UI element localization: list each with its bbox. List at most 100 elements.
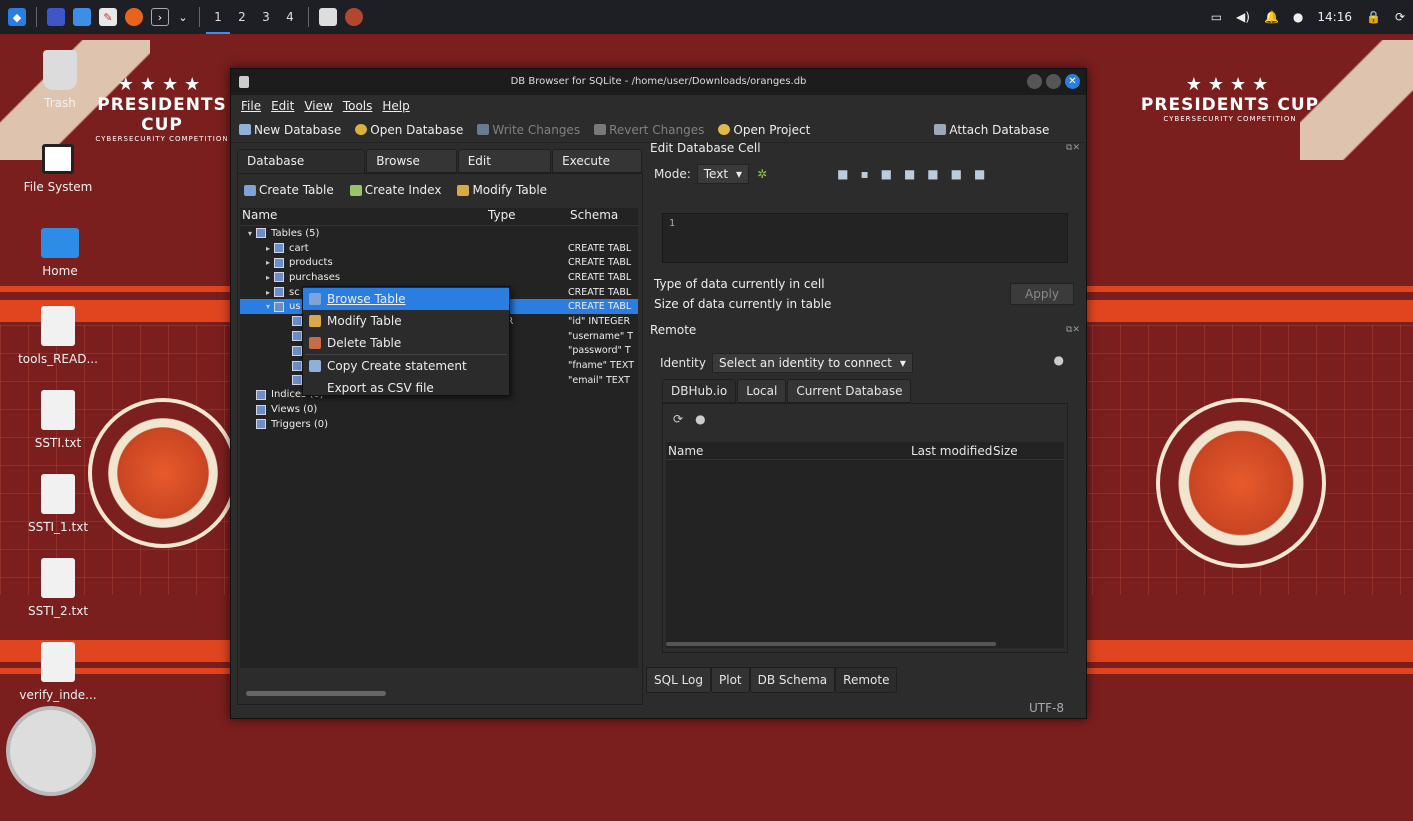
dock-float-close-icon[interactable]: ⧉✕ <box>1066 325 1080 335</box>
tree-row[interactable]: ▸ products CREATE TABL <box>240 255 638 270</box>
expand-arrow-icon[interactable]: ▸ <box>262 258 274 267</box>
display-icon[interactable]: ▭ <box>1211 10 1222 24</box>
maximize-button[interactable] <box>1046 74 1061 89</box>
modify-table-button[interactable]: Modify Table <box>457 183 547 197</box>
tab-database-structure[interactable]: Database Structure <box>237 149 366 190</box>
tree-row[interactable]: ▸ purchases CREATE TABL <box>240 270 638 285</box>
print-icon[interactable]: ■ <box>974 167 985 181</box>
revert-changes-button[interactable]: Revert Changes <box>594 123 704 137</box>
dock-float-close-icon[interactable]: ⧉✕ <box>1066 143 1080 153</box>
tree-row[interactable]: Views (0) <box>240 402 638 417</box>
column-header-name[interactable]: Name <box>666 444 911 458</box>
expand-arrow-icon[interactable]: ▾ <box>244 229 256 238</box>
tree-row[interactable]: ▸ cart CREATE TABL <box>240 241 638 256</box>
auto-format-icon[interactable]: ✲ <box>757 167 767 181</box>
tab-local[interactable]: Local <box>737 379 787 403</box>
menu-file[interactable]: File <box>241 99 261 113</box>
mode-select[interactable]: Text ▾ <box>696 164 750 184</box>
tab-execute-sql[interactable]: Execute SQL <box>552 149 643 190</box>
workspace-4[interactable]: 4 <box>278 0 302 34</box>
new-database-button[interactable]: New Database <box>239 123 341 137</box>
tab-sql-log[interactable]: SQL Log <box>646 667 711 693</box>
tab-current-database[interactable]: Current Database <box>787 379 912 403</box>
expand-arrow-icon[interactable]: ▸ <box>262 273 274 282</box>
firefox-task-icon[interactable] <box>345 8 363 26</box>
lock-icon[interactable]: 🔒 <box>1366 10 1381 24</box>
workspace-3[interactable]: 3 <box>254 0 278 34</box>
tab-plot[interactable]: Plot <box>711 667 750 693</box>
word-wrap-icon[interactable]: ▪ <box>860 167 868 181</box>
open-project-button[interactable]: Open Project <box>718 123 810 137</box>
remote-db-table[interactable]: Name Last modified Size <box>666 442 1064 648</box>
menu-item-modify-table[interactable]: Modify Table <box>303 310 509 332</box>
desktop-icon-file-system[interactable]: File System <box>8 136 108 194</box>
horizontal-scrollbar[interactable] <box>666 642 996 646</box>
clock-time[interactable]: 14:16 <box>1317 10 1352 24</box>
expand-arrow-icon[interactable]: ▸ <box>262 244 274 253</box>
apply-button[interactable]: Apply <box>1010 283 1074 305</box>
schema-tree[interactable]: Name Type Schema ▾ Tables (5) ▸ cart CREATE … <box>240 208 638 668</box>
open-database-button[interactable]: Open Database <box>355 123 463 137</box>
desktop-icon-ssti-1[interactable]: SSTI_1.txt <box>8 474 108 534</box>
menu-item-browse-table[interactable]: Browse Table <box>303 288 509 310</box>
menu-item-export-csv[interactable]: Export as CSV file <box>303 377 509 399</box>
minimize-button[interactable] <box>1027 74 1042 89</box>
import-icon[interactable]: ■ <box>881 167 892 181</box>
identity-cert-icon[interactable]: ● <box>1054 353 1064 367</box>
editor-launcher-icon[interactable]: ✎ <box>99 8 117 26</box>
desktop-icon-verify-index[interactable]: verify_inde... <box>8 642 108 702</box>
app-menu-icon[interactable]: ◆ <box>8 8 26 26</box>
dbbrowser-task-icon[interactable] <box>319 8 337 26</box>
create-table-button[interactable]: Create Table <box>244 183 334 197</box>
terminal-icon[interactable]: › <box>151 8 169 26</box>
cell-editor[interactable]: 1 <box>662 213 1068 263</box>
notification-bell-icon[interactable]: 🔔 <box>1264 10 1279 24</box>
desktop-icon-ssti-2[interactable]: SSTI_2.txt <box>8 558 108 618</box>
export-icon[interactable]: ■ <box>904 167 915 181</box>
close-button[interactable]: ✕ <box>1065 74 1080 89</box>
menu-item-copy-create-statement[interactable]: Copy Create statement <box>303 355 509 377</box>
tab-edit-pragmas[interactable]: Edit Pragmas <box>457 149 552 190</box>
chevron-down-icon[interactable]: ⌄ <box>177 8 189 26</box>
identity-select[interactable]: Select an identity to connect ▾ <box>712 353 913 373</box>
refresh-icon[interactable]: ⟳ <box>673 412 683 426</box>
desktop-icon-home[interactable]: Home <box>10 218 110 278</box>
tab-remote[interactable]: Remote <box>835 667 898 693</box>
workspace-1[interactable]: 1 <box>206 0 230 34</box>
set-null-icon[interactable]: ■ <box>927 167 938 181</box>
tab-browse-data[interactable]: Browse Data <box>366 149 457 190</box>
files-launcher-icon[interactable] <box>73 8 91 26</box>
desktop-icon-trash[interactable]: Trash <box>10 50 110 110</box>
column-header-type[interactable]: Type <box>486 208 568 225</box>
text-doc-icon[interactable]: ■ <box>837 167 848 181</box>
terminal-launcher-icon[interactable] <box>47 8 65 26</box>
menu-help[interactable]: Help <box>382 99 409 113</box>
tree-row[interactable]: ▾ Tables (5) <box>240 226 638 241</box>
create-index-button[interactable]: Create Index <box>349 183 441 197</box>
menu-item-delete-table[interactable]: Delete Table <box>303 332 509 354</box>
expand-arrow-icon[interactable]: ▾ <box>262 302 274 311</box>
logout-icon[interactable]: ⟳ <box>1395 10 1405 24</box>
desktop-icon-ssti[interactable]: SSTI.txt <box>8 390 108 450</box>
write-changes-button[interactable]: Write Changes <box>477 123 580 137</box>
clone-database-icon[interactable]: ● <box>695 412 705 426</box>
volume-icon[interactable]: ◀) <box>1236 10 1250 24</box>
column-header-last-modified[interactable]: Last modified <box>911 444 993 458</box>
tab-dbhub[interactable]: DBHub.io <box>662 379 737 403</box>
window-titlebar[interactable]: DB Browser for SQLite - /home/user/Downl… <box>231 69 1086 95</box>
menu-tools[interactable]: Tools <box>343 99 373 113</box>
workspace-2[interactable]: 2 <box>230 0 254 34</box>
save-icon[interactable]: ■ <box>951 167 962 181</box>
firefox-icon[interactable] <box>125 8 143 26</box>
menu-view[interactable]: View <box>304 99 332 113</box>
expand-arrow-icon[interactable]: ▸ <box>262 288 274 297</box>
attach-database-button[interactable]: Attach Database <box>934 123 1049 137</box>
column-header-name[interactable]: Name <box>240 208 486 225</box>
menu-edit[interactable]: Edit <box>271 99 294 113</box>
tab-db-schema[interactable]: DB Schema <box>749 667 836 693</box>
column-header-size[interactable]: Size <box>993 444 1043 458</box>
tree-row[interactable]: Triggers (0) <box>240 417 638 432</box>
horizontal-scrollbar[interactable] <box>246 691 386 696</box>
column-header-schema[interactable]: Schema <box>568 208 636 225</box>
desktop-icon-tools-readme[interactable]: tools_READ... <box>8 306 108 366</box>
